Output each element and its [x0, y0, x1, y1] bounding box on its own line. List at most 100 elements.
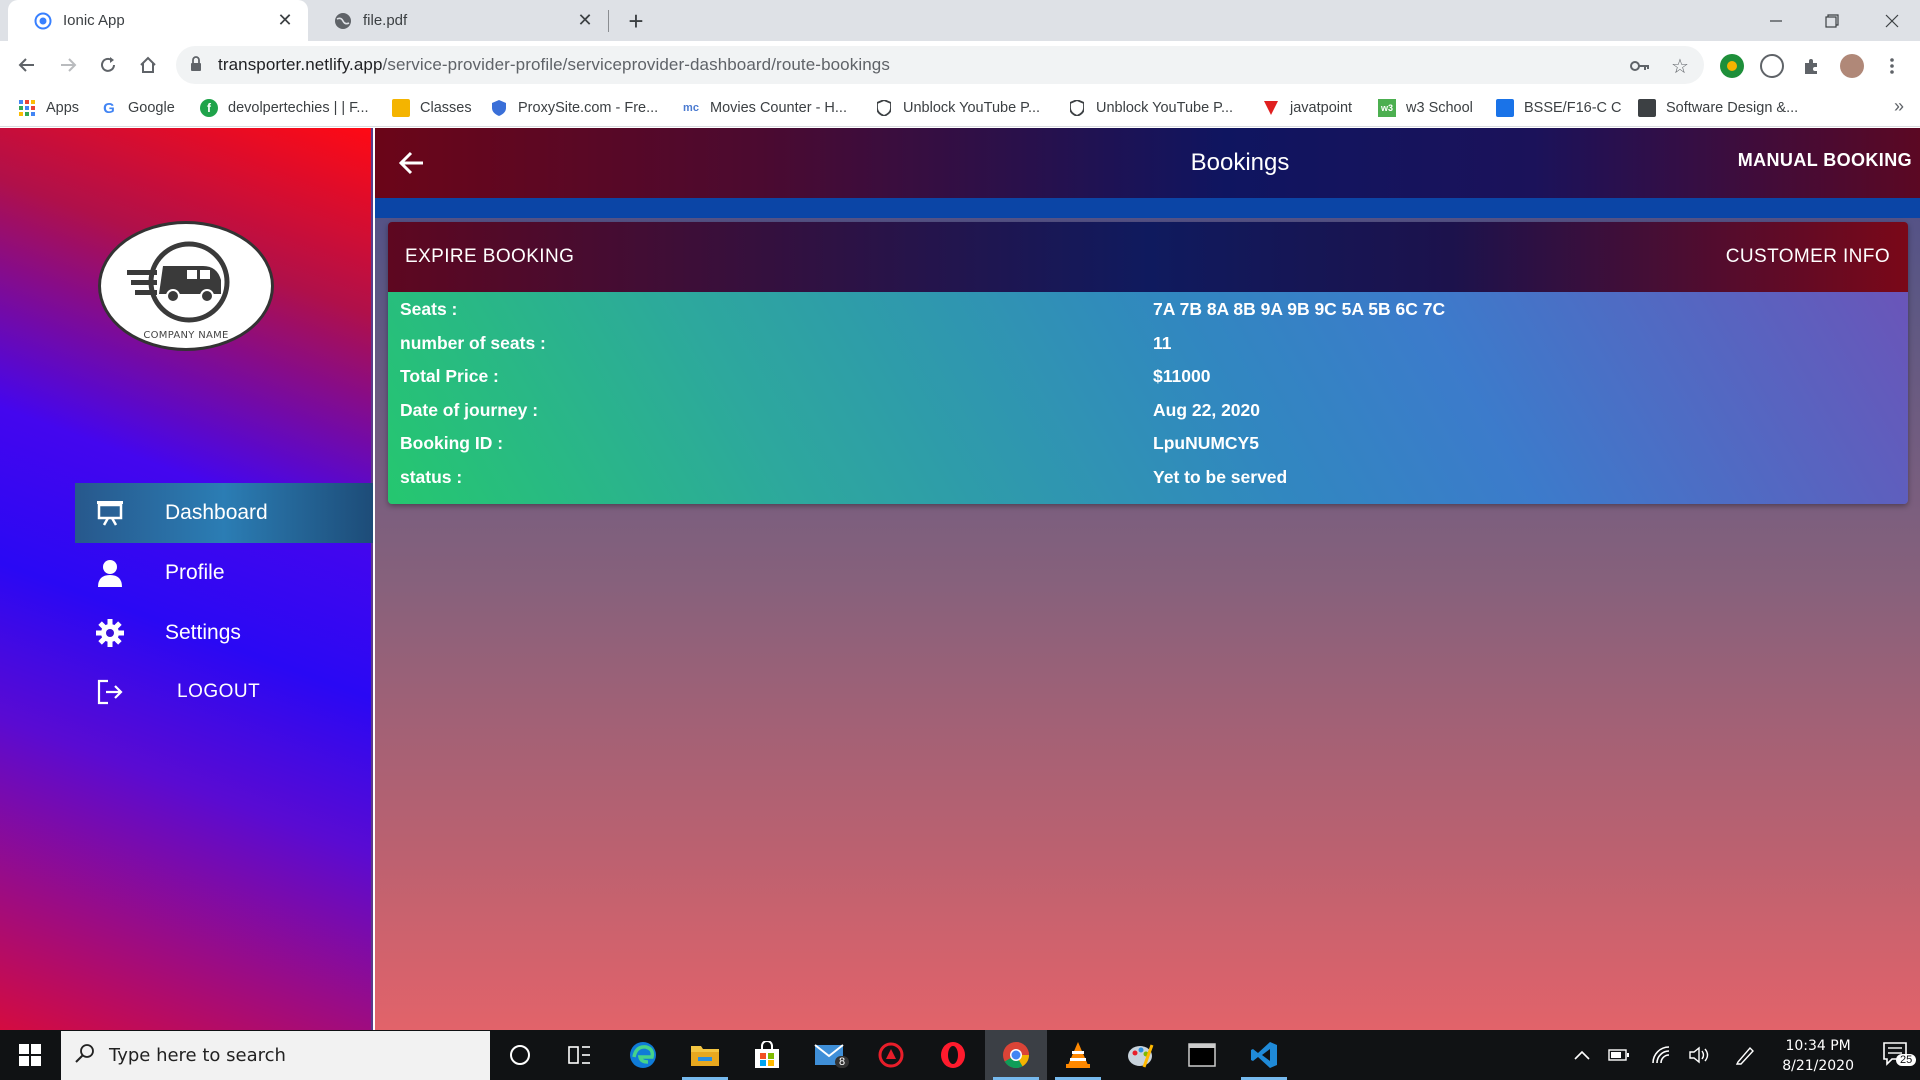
bookmark-label: Unblock YouTube P... [1096, 100, 1234, 116]
bookmark-devolpertechies[interactable]: f devolpertechies | | F... [200, 95, 369, 121]
mail-badge: 8 [835, 1056, 850, 1068]
presentation-icon [95, 498, 125, 528]
detail-value: LpuNUMCY5 [1153, 433, 1259, 453]
sidebar-item-settings[interactable]: Settings [75, 603, 373, 663]
new-tab-button[interactable]: + [621, 6, 651, 36]
detail-label: Date of journey : [400, 400, 539, 420]
home-button[interactable] [132, 49, 164, 81]
sidebar-item-dashboard[interactable]: Dashboard [75, 483, 373, 543]
bookmark-star-icon[interactable]: ☆ [1668, 54, 1692, 78]
system-clock[interactable]: 10:34 PM 8/21/2020 [1782, 1036, 1854, 1076]
bookmark-google[interactable]: G Google [100, 95, 175, 121]
booking-details: Seats : 7A 7B 8A 8B 9A 9B 9C 5A 5B 6C 7C… [388, 292, 1908, 504]
sidebar-item-label: LOGOUT [177, 681, 261, 702]
bookmark-apps[interactable]: Apps [18, 95, 79, 121]
bookmark-w3-school[interactable]: w3 w3 School [1378, 95, 1473, 121]
bookmarks-overflow-icon[interactable]: » [1894, 96, 1904, 117]
close-window-button[interactable] [1864, 0, 1920, 41]
file-explorer-icon[interactable] [674, 1030, 736, 1080]
bookmark-unblock-youtube-2[interactable]: Unblock YouTube P... [1068, 95, 1233, 121]
sidebar-item-profile[interactable]: Profile [75, 543, 373, 603]
sidebar-item-logout[interactable]: LOGOUT [75, 662, 373, 722]
logout-icon [95, 677, 125, 707]
forward-button[interactable] [52, 49, 84, 81]
reload-button[interactable] [92, 49, 124, 81]
close-tab-icon[interactable]: ✕ [274, 10, 296, 32]
extension-circle-icon[interactable] [1760, 54, 1784, 78]
vlc-icon[interactable] [1047, 1030, 1109, 1080]
detail-row-booking-id: Booking ID : LpuNUMCY5 [388, 426, 1908, 460]
header-band [375, 198, 1920, 218]
main-content: Bookings MANUAL BOOKING EXPIRE BOOKING C… [375, 128, 1920, 1030]
restore-button[interactable] [1804, 0, 1860, 41]
tab-ionic-app[interactable]: Ionic App ✕ [8, 0, 308, 41]
detail-label: status : [400, 467, 463, 487]
tab-separator [608, 10, 609, 32]
task-view-icon[interactable] [549, 1030, 611, 1080]
w3-icon: w3 [1378, 99, 1396, 117]
microsoft-store-icon[interactable] [736, 1030, 798, 1080]
bookmark-label: javatpoint [1290, 100, 1353, 116]
bookmark-classes[interactable]: Classes [392, 95, 472, 121]
start-button[interactable] [0, 1030, 60, 1080]
tab-file-pdf[interactable]: file.pdf ✕ [308, 0, 608, 41]
bookmark-unblock-youtube-1[interactable]: Unblock YouTube P... [875, 95, 1040, 121]
gear-icon [95, 618, 125, 648]
page-title: Bookings [1190, 149, 1290, 176]
back-button[interactable] [11, 49, 43, 81]
detail-value: 11 [1153, 333, 1172, 353]
bookmark-movies-counter[interactable]: mc Movies Counter - H... [682, 95, 847, 121]
detail-label: Seats : [400, 299, 458, 319]
terminal-icon[interactable] [1171, 1030, 1233, 1080]
manual-booking-button[interactable]: MANUAL BOOKING [1738, 150, 1912, 171]
bookmark-label: Google [128, 100, 175, 116]
mail-icon[interactable]: 8 [798, 1030, 860, 1080]
taskbar-search-input[interactable]: Type here to search [61, 1031, 490, 1080]
detail-value: 7A 7B 8A 8B 9A 9B 9C 5A 5B 6C 7C [1153, 299, 1446, 319]
detail-row-number-of-seats: number of seats : 11 [388, 326, 1908, 360]
expire-booking-button[interactable]: EXPIRE BOOKING [405, 246, 574, 268]
bookmark-label: devolpertechies | | F... [228, 100, 369, 116]
detail-row-status: status : Yet to be served [388, 460, 1908, 494]
profile-avatar-icon[interactable] [1840, 54, 1864, 78]
detail-row-total-price: Total Price : $11000 [388, 359, 1908, 393]
cortana-icon[interactable] [489, 1030, 551, 1080]
bookmark-label: Classes [420, 100, 472, 116]
site-icon: mc [683, 102, 699, 114]
minimize-button[interactable] [1748, 0, 1804, 41]
detail-label: number of seats : [400, 333, 546, 353]
shield-icon [490, 99, 508, 117]
menu-kebab-icon[interactable] [1880, 54, 1904, 78]
tab-title: Ionic App [63, 12, 125, 29]
opera-icon[interactable] [922, 1030, 984, 1080]
bookmark-label: ProxySite.com - Fre... [518, 100, 659, 116]
bookmark-bsse[interactable]: BSSE/F16-C C [1496, 95, 1622, 121]
address-bar[interactable]: transporter.netlify.app/service-provider… [176, 46, 1704, 84]
key-icon[interactable] [1628, 54, 1652, 78]
notification-center-icon[interactable]: 25 [1882, 1040, 1917, 1075]
security-app-icon[interactable] [860, 1030, 922, 1080]
edge-icon[interactable] [612, 1030, 674, 1080]
detail-row-date-of-journey: Date of journey : Aug 22, 2020 [388, 393, 1908, 427]
close-tab-icon[interactable]: ✕ [574, 10, 596, 32]
ionic-favicon-icon [33, 11, 53, 31]
sidebar-item-label: Profile [165, 561, 225, 584]
bookmark-software-design[interactable]: Software Design &... [1638, 95, 1798, 121]
customer-info-button[interactable]: CUSTOMER INFO [1726, 246, 1890, 268]
google-icon: G [103, 99, 115, 117]
javatpoint-icon [1262, 99, 1280, 117]
chrome-icon[interactable] [985, 1030, 1047, 1080]
extension-vpn-icon[interactable] [1720, 54, 1744, 78]
bookmark-javatpoint[interactable]: javatpoint [1262, 95, 1352, 121]
lock-icon[interactable] [190, 56, 202, 77]
volume-icon[interactable] [1685, 1030, 1715, 1080]
wifi-icon[interactable] [1646, 1030, 1676, 1080]
extensions-puzzle-icon[interactable] [1800, 54, 1824, 78]
apps-grid-icon [18, 99, 36, 117]
battery-icon[interactable] [1604, 1030, 1634, 1080]
bookmark-proxysite[interactable]: ProxySite.com - Fre... [490, 95, 658, 121]
show-hidden-icons-icon[interactable] [1567, 1030, 1597, 1080]
vscode-icon[interactable] [1233, 1030, 1295, 1080]
pen-workspace-icon[interactable] [1730, 1030, 1760, 1080]
paint-icon[interactable] [1109, 1030, 1171, 1080]
